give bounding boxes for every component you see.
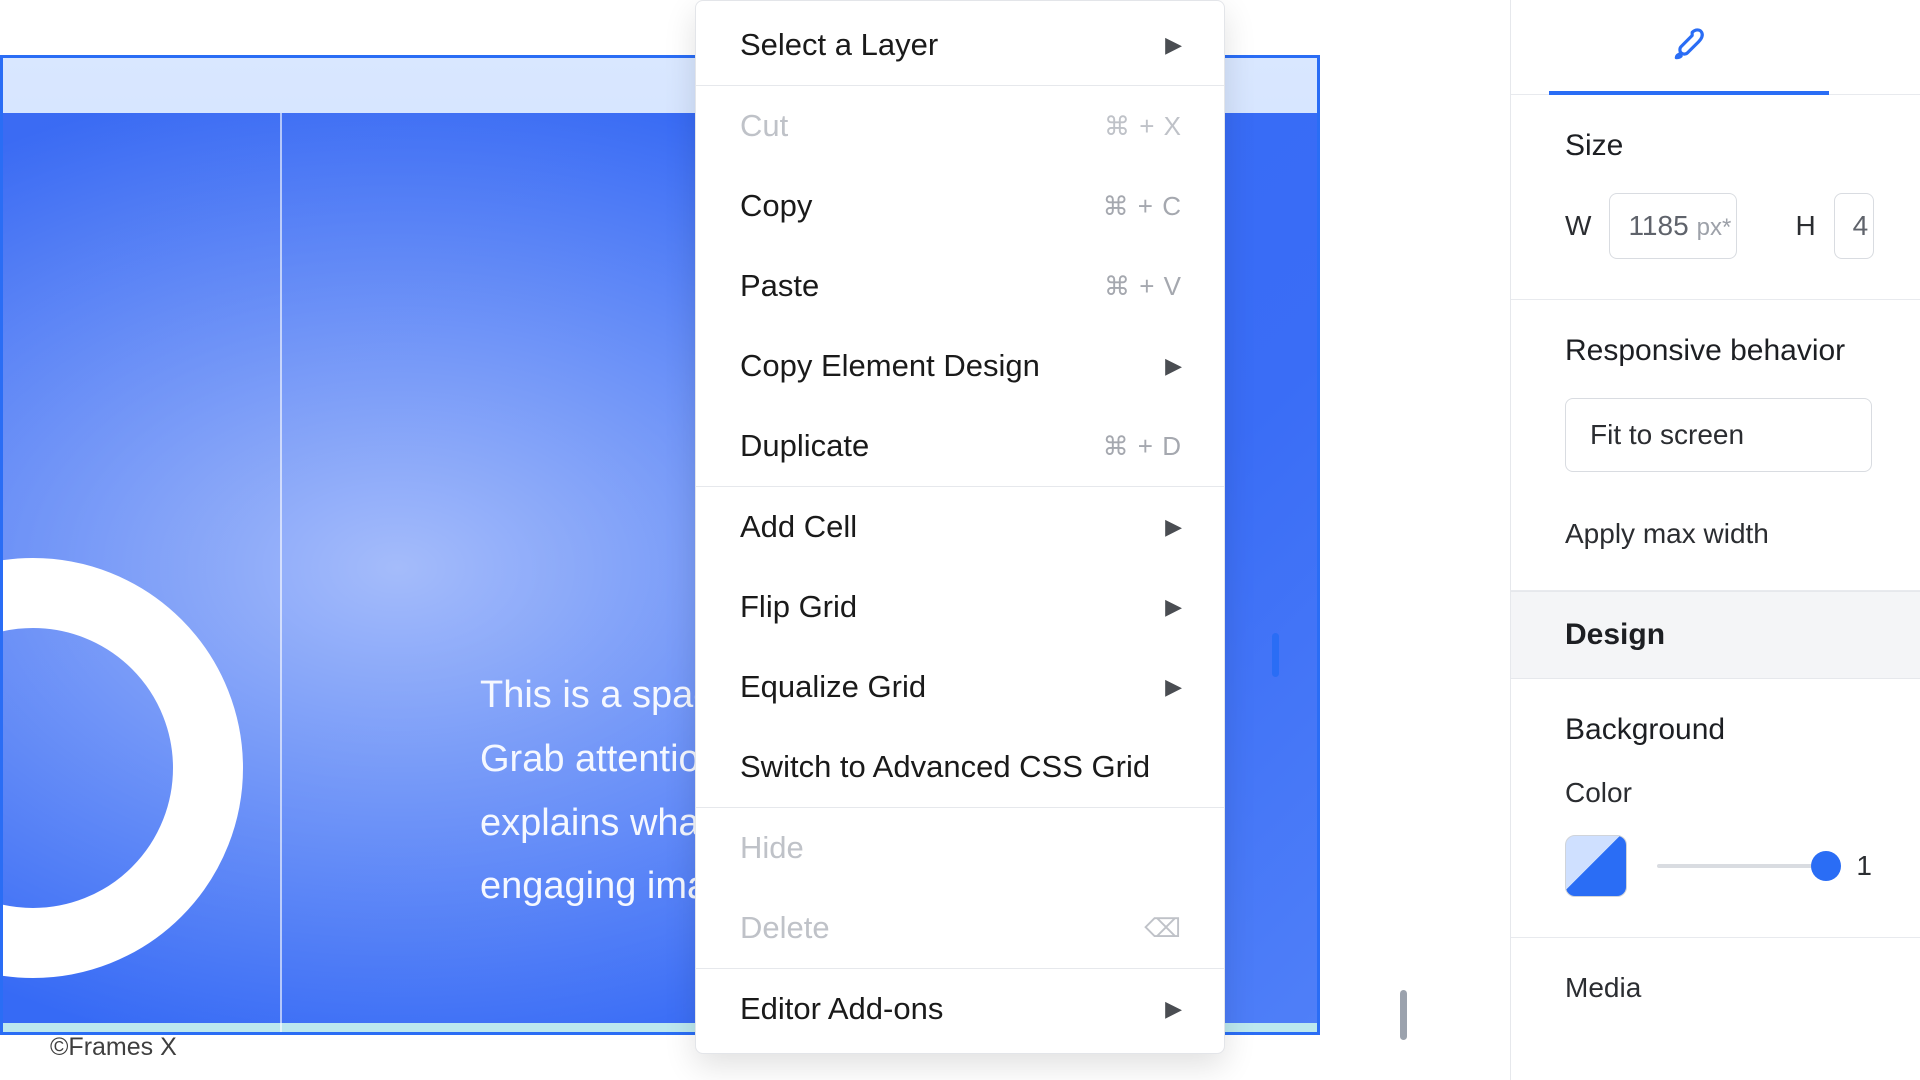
menu-item-editor-addons[interactable]: Editor Add-ons ▶ [696, 969, 1224, 1049]
watermark-text: ©Frames X [50, 1033, 177, 1062]
opacity-value: 1 [1856, 850, 1872, 882]
section-design-header: Design [1511, 591, 1920, 679]
menu-item-equalize-grid[interactable]: Equalize Grid ▶ [696, 647, 1224, 727]
width-value: 1185 [1628, 210, 1688, 242]
chevron-right-icon: ▶ [1165, 594, 1182, 620]
menu-item-duplicate[interactable]: Duplicate ⌘ + D [696, 406, 1224, 486]
inspector-panel: Size W 1185 px* H 4 Responsive behavior … [1510, 0, 1920, 1080]
responsive-value: Fit to screen [1590, 419, 1744, 450]
media-label: Media [1565, 972, 1872, 1004]
menu-label: Equalize Grid [740, 669, 1149, 705]
inspector-tab-strip [1511, 0, 1920, 95]
opacity-slider[interactable] [1657, 862, 1826, 870]
menu-item-paste[interactable]: Paste ⌘ + V [696, 246, 1224, 326]
section-responsive: Responsive behavior Fit to screen Apply … [1511, 300, 1920, 591]
menu-label: Select a Layer [740, 27, 1149, 63]
menu-item-copy[interactable]: Copy ⌘ + C [696, 166, 1224, 246]
menu-label: Paste [740, 268, 1104, 304]
menu-item-select-layer[interactable]: Select a Layer ▶ [696, 5, 1224, 85]
resize-handle-right[interactable] [1272, 633, 1279, 677]
slider-thumb[interactable] [1811, 851, 1841, 881]
menu-item-add-cell[interactable]: Add Cell ▶ [696, 487, 1224, 567]
section-title-size: Size [1565, 129, 1872, 163]
menu-item-copy-element-design[interactable]: Copy Element Design ▶ [696, 326, 1224, 406]
height-label: H [1795, 210, 1815, 242]
apply-max-width-row[interactable]: Apply max width [1565, 518, 1872, 550]
menu-label: Cut [740, 108, 1104, 144]
chevron-right-icon: ▶ [1165, 353, 1182, 379]
chevron-right-icon: ▶ [1165, 996, 1182, 1022]
chevron-right-icon: ▶ [1165, 32, 1182, 58]
menu-label: Flip Grid [740, 589, 1149, 625]
background-label: Background [1565, 713, 1872, 747]
menu-label: Copy Element Design [740, 348, 1149, 384]
brush-icon [1670, 26, 1708, 69]
section-background: Background Color 1 [1511, 679, 1920, 938]
menu-shortcut: ⌘ + X [1104, 111, 1182, 142]
section-size: Size W 1185 px* H 4 [1511, 95, 1920, 300]
width-unit: px* [1697, 214, 1732, 242]
menu-label: Editor Add-ons [740, 991, 1149, 1027]
section-title-design: Design [1565, 618, 1872, 652]
slider-track [1657, 864, 1826, 868]
section-title-responsive: Responsive behavior [1565, 334, 1872, 368]
menu-item-cut: Cut ⌘ + X [696, 86, 1224, 166]
chevron-right-icon: ▶ [1165, 514, 1182, 540]
menu-shortcut: ⌘ + D [1103, 431, 1182, 462]
height-value: 4 [1853, 210, 1869, 242]
chevron-right-icon: ▶ [1165, 674, 1182, 700]
color-label: Color [1565, 777, 1872, 809]
context-menu: Select a Layer ▶ Cut ⌘ + X Copy ⌘ + C Pa… [695, 0, 1225, 1054]
menu-shortcut: ⌘ + V [1104, 271, 1182, 302]
section-media: Media [1511, 938, 1920, 1044]
apply-max-width-label: Apply max width [1565, 518, 1769, 549]
menu-item-switch-advanced-grid[interactable]: Switch to Advanced CSS Grid [696, 727, 1224, 807]
menu-shortcut: ⌘ + C [1103, 191, 1182, 222]
menu-label: Add Cell [740, 509, 1149, 545]
delete-icon: ⌫ [1144, 913, 1182, 944]
color-swatch[interactable] [1565, 835, 1627, 897]
responsive-select[interactable]: Fit to screen [1565, 398, 1872, 472]
size-row: W 1185 px* H 4 [1565, 193, 1872, 259]
menu-label: Switch to Advanced CSS Grid [740, 749, 1182, 785]
width-input[interactable]: 1185 px* [1609, 193, 1737, 259]
menu-label: Duplicate [740, 428, 1103, 464]
color-row: 1 [1565, 835, 1872, 897]
menu-item-delete: Delete ⌫ [696, 888, 1224, 968]
tab-design[interactable] [1549, 0, 1829, 94]
width-label: W [1565, 210, 1591, 242]
height-input[interactable]: 4 [1834, 193, 1874, 259]
menu-item-flip-grid[interactable]: Flip Grid ▶ [696, 567, 1224, 647]
menu-item-hide: Hide [696, 808, 1224, 888]
menu-label: Delete [740, 910, 1144, 946]
scrollbar-vertical[interactable] [1400, 990, 1407, 1040]
menu-label: Copy [740, 188, 1103, 224]
menu-label: Hide [740, 830, 1182, 866]
column-guide [280, 113, 282, 1032]
